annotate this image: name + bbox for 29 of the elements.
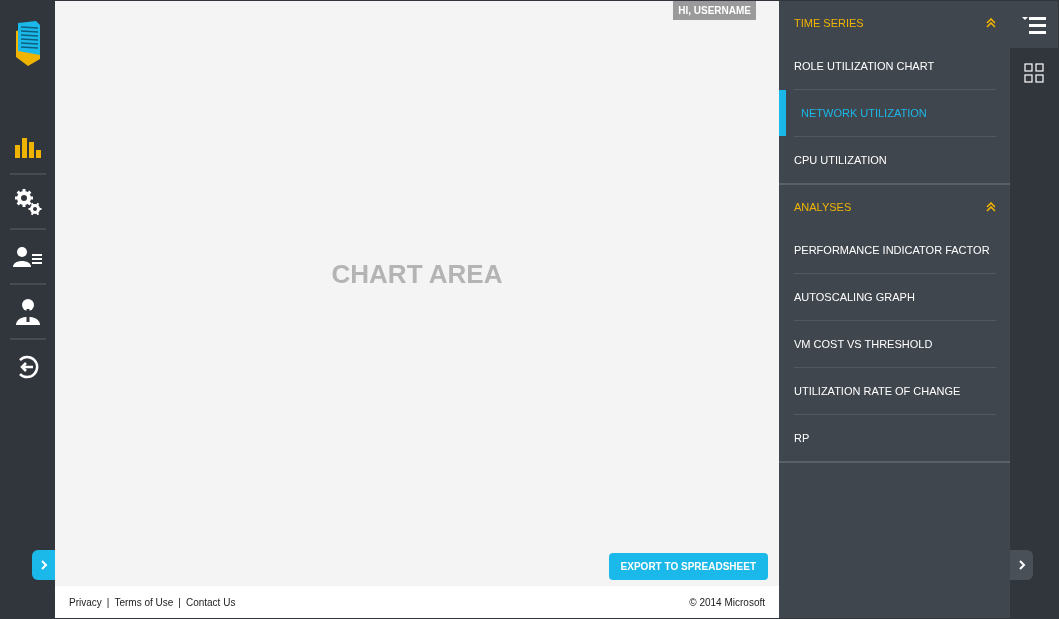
chevron-right-icon (1017, 559, 1026, 571)
greeting-label: HI, USERNAME (673, 1, 756, 20)
user-list-icon (13, 245, 43, 268)
menu-item[interactable]: ROLE UTILIZATION CHART (779, 43, 1010, 89)
expand-left-button[interactable] (32, 550, 56, 580)
grid-icon[interactable] (1024, 63, 1044, 83)
footer-link[interactable]: Privacy (69, 594, 102, 610)
expand-right-button[interactable] (1010, 550, 1033, 580)
section-title: ANALYSES (794, 199, 852, 215)
separator-text: | (106, 595, 110, 610)
separator-text: | (178, 595, 181, 610)
menu-item[interactable]: CPU UTILIZATION (779, 137, 1010, 183)
collapse-icon[interactable] (986, 18, 996, 28)
menu-item[interactable]: UTILIZATION RATE OF CHANGE (779, 368, 1010, 414)
gears-icon (14, 187, 42, 216)
chart-area-label: CHART AREA (331, 260, 503, 287)
menu-item[interactable]: AUTOSCALING GRAPH (779, 274, 1010, 320)
logo-icon (14, 19, 42, 67)
collapse-icon[interactable] (986, 202, 996, 212)
footer-link[interactable]: Terms of Use (114, 594, 174, 610)
section-title: TIME SERIES (794, 15, 864, 31)
footer-link[interactable]: Contact Us (185, 594, 236, 610)
menu-item[interactable]: PERFORMANCE INDICATOR FACTOR (779, 227, 1010, 273)
chevron-right-icon (40, 559, 48, 571)
menu-item[interactable]: RP (779, 415, 1010, 461)
menu-icon[interactable] (1021, 15, 1047, 34)
user-key-icon (15, 297, 41, 326)
copyright-text: © 2014 Microsoft (689, 595, 765, 610)
menu-item[interactable]: VM COST VS THRESHOLD (779, 321, 1010, 367)
